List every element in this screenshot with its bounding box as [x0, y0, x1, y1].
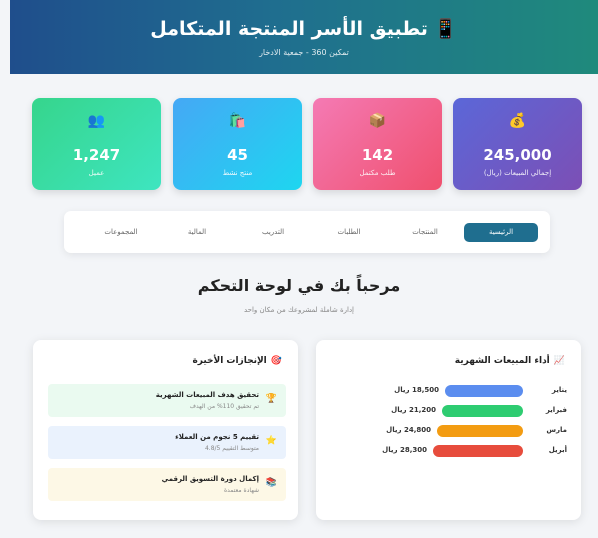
app-title-text: تطبيق الأسر المنتجة المتكامل	[150, 18, 428, 40]
app-header: 📱تطبيق الأسر المنتجة المتكامل تمكين 360 …	[10, 0, 598, 74]
phone-icon: 📱	[433, 18, 458, 40]
month-label: أبريل	[548, 446, 567, 454]
tab-products[interactable]: المنتجات	[388, 223, 462, 242]
welcome-section: مرحباً بك في لوحة التحكم إدارة شاملة لمش…	[0, 276, 598, 314]
achievement-item[interactable]: 🏆 تحقيق هدف المبيعات الشهرية تم تحقيق 11…	[48, 384, 286, 417]
stat-card-customers[interactable]: 👥 1,247 عميل	[32, 98, 161, 190]
sales-row: مارس 24,800 ريال	[347, 424, 567, 438]
achievement-subtitle: تم تحقيق 110% من الهدف	[189, 403, 259, 410]
stats-row: 💰 245,000 إجمالي المبيعات (ريال) 📦 142 ط…	[32, 98, 582, 190]
stat-card-sales[interactable]: 💰 245,000 إجمالي المبيعات (ريال)	[453, 98, 582, 190]
package-icon: 📦	[368, 113, 387, 129]
achievement-title: إكمال دورة التسويق الرقمي	[161, 475, 259, 483]
stat-label: إجمالي المبيعات (ريال)	[483, 169, 552, 177]
sales-panel-title: 📈أداء المبيعات الشهرية	[455, 356, 565, 366]
bar-track	[433, 385, 523, 397]
achievement-title: تقييم 5 نجوم من العملاء	[175, 433, 259, 441]
tab-training[interactable]: التدريب	[236, 223, 310, 242]
target-icon: 🎯	[270, 356, 282, 366]
sales-bar	[437, 425, 523, 437]
main-nav: الرئيسية المنتجات الطلبات التدريب المالي…	[64, 211, 550, 253]
stat-label: منتج نشط	[222, 169, 253, 177]
sales-bar	[433, 445, 523, 457]
amount-label: 21,200 ريال	[391, 406, 436, 414]
chart-icon: 📈	[553, 356, 565, 366]
achievement-subtitle: شهادة معتمدة	[223, 487, 259, 494]
sales-panel-title-text: أداء المبيعات الشهرية	[454, 356, 550, 366]
achievement-item[interactable]: ⭐ تقييم 5 نجوم من العملاء متوسط التقييم …	[48, 426, 286, 459]
amount-label: 28,300 ريال	[382, 446, 427, 454]
stat-label: عميل	[88, 169, 105, 177]
sales-row: فبراير 21,200 ريال	[347, 404, 567, 418]
bar-track	[433, 405, 523, 417]
achievement-title: تحقيق هدف المبيعات الشهرية	[155, 391, 259, 399]
month-label: يناير	[551, 386, 567, 394]
sales-performance-panel: 📈أداء المبيعات الشهرية يناير 18,500 ريال…	[316, 340, 581, 520]
money-bag-icon: 💰	[508, 113, 527, 129]
sales-row: أبريل 28,300 ريال	[347, 444, 567, 458]
welcome-title: مرحباً بك في لوحة التحكم	[197, 276, 401, 295]
sales-bar	[442, 405, 523, 417]
app-subtitle: تمكين 360 - جمعية الادخار	[259, 48, 349, 57]
books-icon: 📚	[265, 478, 277, 488]
amount-label: 18,500 ريال	[394, 386, 439, 394]
bar-track	[433, 425, 523, 437]
sales-bar	[445, 385, 523, 397]
amount-label: 24,800 ريال	[386, 426, 431, 434]
stat-value: 1,247	[72, 146, 121, 164]
shopping-bags-icon: 🛍️	[228, 113, 247, 129]
stat-value: 45	[227, 146, 248, 164]
achievements-panel: 🎯الإنجازات الأخيرة 🏆 تحقيق هدف المبيعات …	[33, 340, 298, 520]
stat-value: 245,000	[483, 146, 552, 164]
stat-card-orders[interactable]: 📦 142 طلب مكتمل	[313, 98, 442, 190]
achievements-panel-title: 🎯الإنجازات الأخيرة	[192, 356, 282, 366]
stat-value: 142	[361, 146, 394, 164]
bar-track	[433, 445, 523, 457]
month-label: فبراير	[545, 406, 567, 414]
sales-row: يناير 18,500 ريال	[347, 384, 567, 398]
achievements-panel-title-text: الإنجازات الأخيرة	[192, 356, 267, 366]
tab-finance[interactable]: المالية	[160, 223, 234, 242]
month-label: مارس	[546, 426, 567, 434]
stat-card-products[interactable]: 🛍️ 45 منتج نشط	[173, 98, 302, 190]
welcome-subtitle: إدارة شاملة لمشروعك من مكان واحد	[243, 306, 355, 314]
tab-orders[interactable]: الطلبات	[312, 223, 386, 242]
app-title: 📱تطبيق الأسر المنتجة المتكامل	[10, 17, 598, 40]
achievement-subtitle: متوسط التقييم 4.8/5	[204, 445, 259, 452]
star-icon: ⭐	[265, 436, 277, 446]
achievement-item[interactable]: 📚 إكمال دورة التسويق الرقمي شهادة معتمدة	[48, 468, 286, 501]
tab-groups[interactable]: المجموعات	[84, 223, 158, 242]
users-icon: 👥	[87, 113, 106, 129]
trophy-icon: 🏆	[265, 394, 277, 404]
tab-home[interactable]: الرئيسية	[464, 223, 538, 242]
stat-label: طلب مكتمل	[359, 169, 396, 177]
